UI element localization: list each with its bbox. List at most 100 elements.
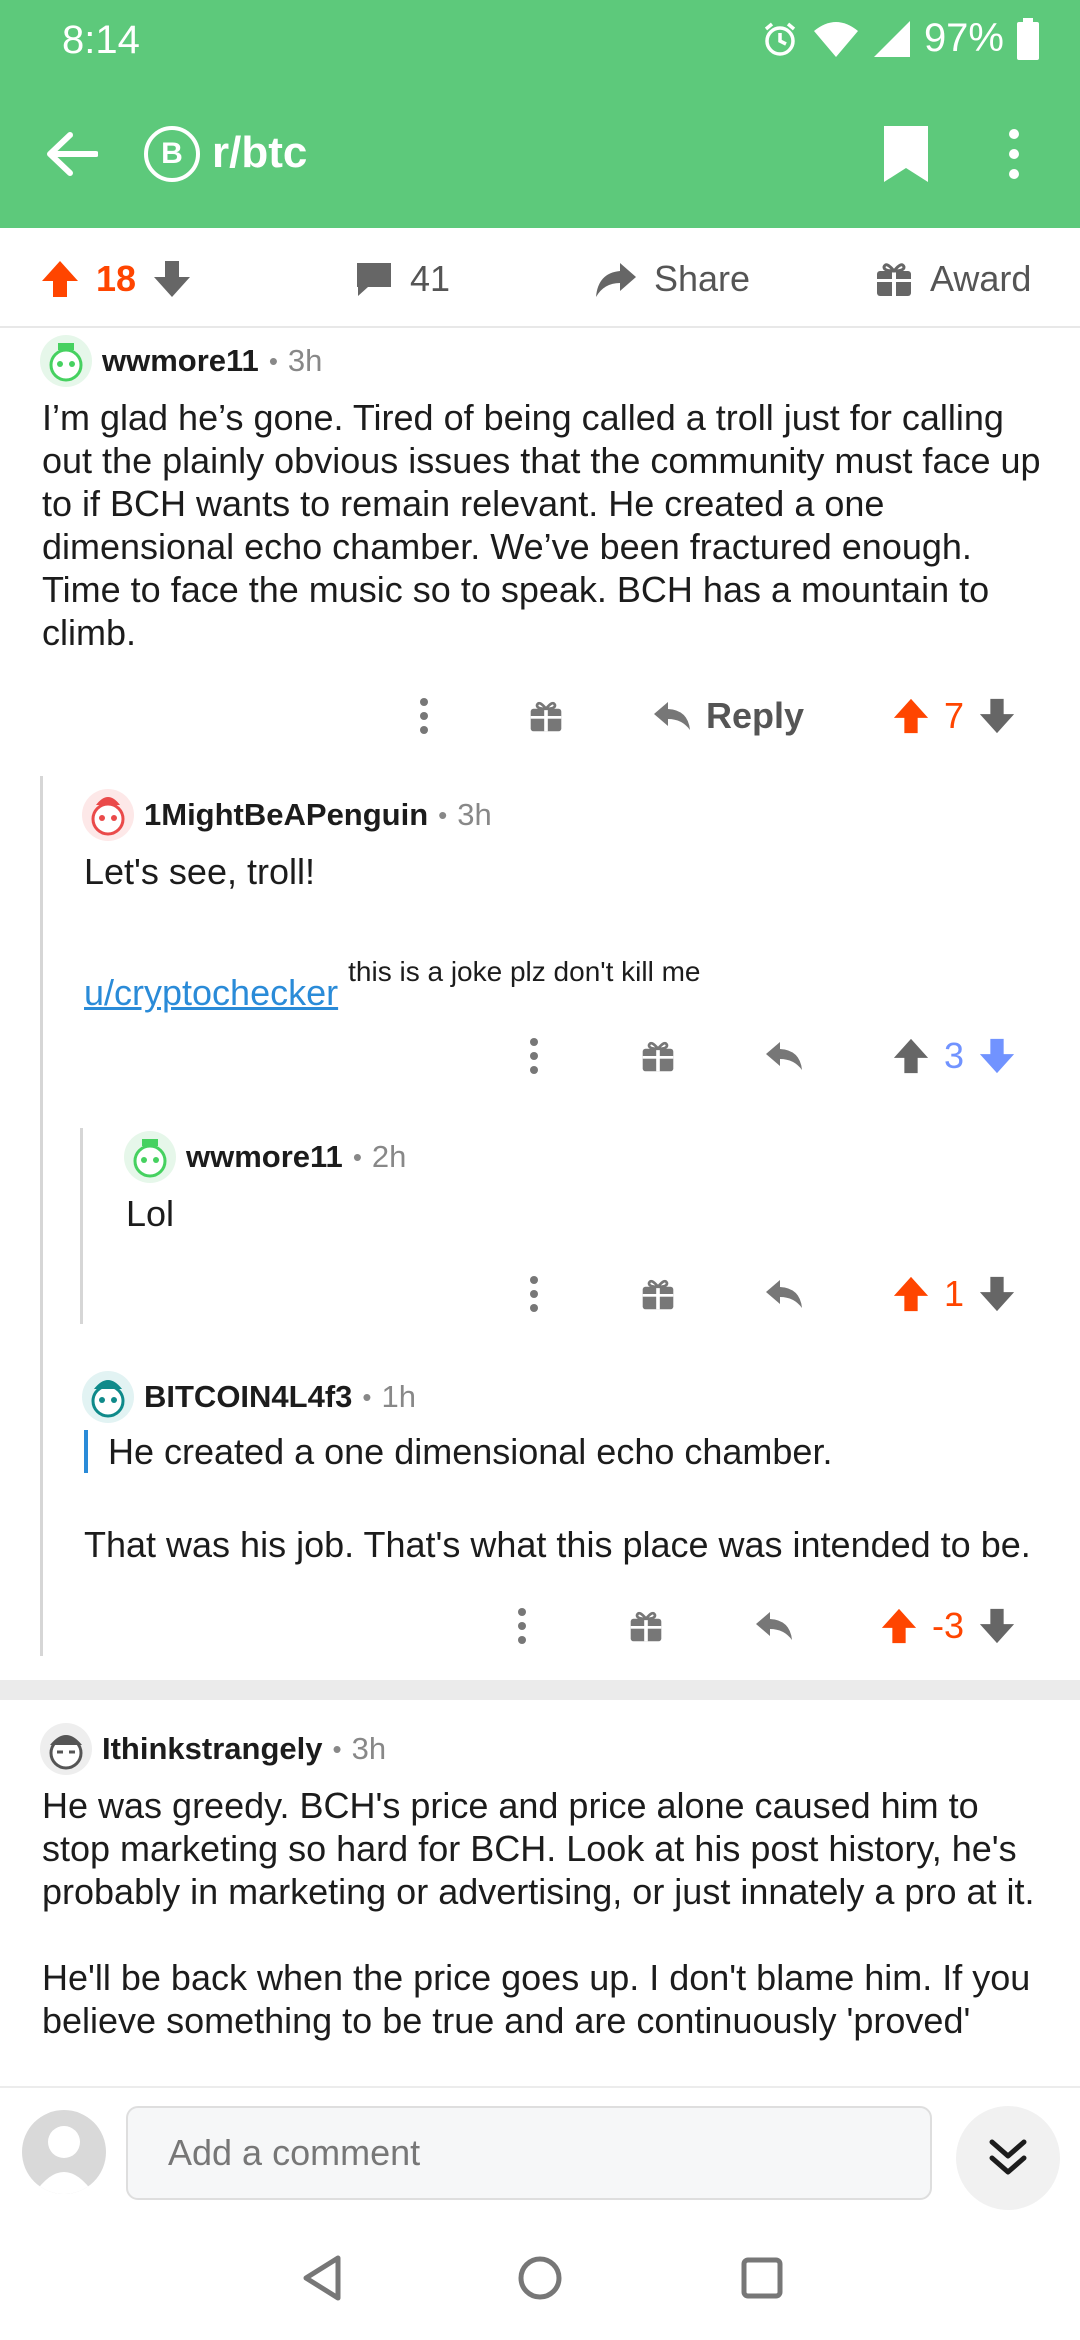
reply-button[interactable] bbox=[754, 1596, 794, 1656]
avatar[interactable] bbox=[40, 335, 92, 387]
upvote-icon[interactable] bbox=[880, 1607, 918, 1645]
add-comment-input[interactable]: Add a comment bbox=[126, 2106, 932, 2200]
wifi-icon bbox=[813, 21, 858, 57]
post-score: 18 bbox=[96, 258, 137, 299]
downvote-icon[interactable] bbox=[152, 259, 192, 299]
more-options-button[interactable] bbox=[1004, 124, 1040, 194]
upvote-icon[interactable] bbox=[892, 1037, 930, 1075]
more-options-button[interactable] bbox=[514, 1026, 554, 1086]
comment-actions: 1 bbox=[0, 1264, 1080, 1324]
share-icon bbox=[596, 263, 636, 297]
user-avatar[interactable] bbox=[22, 2110, 106, 2194]
triangle-back-icon bbox=[303, 2255, 341, 2301]
comment-actions: Reply 7 bbox=[0, 686, 1080, 746]
share-button[interactable]: Share bbox=[594, 252, 750, 306]
vote-group: -3 bbox=[880, 1596, 1016, 1656]
more-options-button[interactable] bbox=[404, 686, 444, 746]
comment-score: 7 bbox=[944, 695, 965, 736]
reply-button[interactable] bbox=[764, 1026, 804, 1086]
avatar[interactable] bbox=[82, 1371, 134, 1423]
share-label: Share bbox=[654, 258, 751, 299]
subreddit-name[interactable]: r/btc bbox=[212, 128, 307, 178]
more-vertical-icon bbox=[420, 698, 428, 734]
next-comment-button[interactable] bbox=[956, 2106, 1060, 2210]
avatar[interactable] bbox=[124, 1131, 176, 1183]
downvote-icon[interactable] bbox=[978, 697, 1016, 735]
reply-icon bbox=[654, 702, 690, 730]
avatar[interactable] bbox=[82, 789, 134, 841]
comment-age: 3h bbox=[287, 343, 323, 378]
comment-body: I’m glad he’s gone. Tired of being calle… bbox=[42, 397, 1041, 653]
give-award-button[interactable] bbox=[640, 1026, 676, 1086]
comments-count: 41 bbox=[410, 258, 451, 299]
comment-body: He was greedy. BCH's price and price alo… bbox=[42, 1784, 1052, 2084]
nav-home-button[interactable] bbox=[510, 2248, 570, 2308]
more-vertical-icon bbox=[518, 1608, 526, 1644]
superscript-text: this is a joke plz don't kill me bbox=[348, 956, 701, 987]
reply-button[interactable] bbox=[764, 1264, 804, 1324]
bookmark-button[interactable] bbox=[880, 124, 940, 194]
app-header: 8:14 97% B r/btc bbox=[0, 0, 1080, 228]
vote-group: 3 bbox=[892, 1026, 1016, 1086]
vote-group: 7 bbox=[892, 686, 1016, 746]
alarm-icon bbox=[764, 22, 796, 56]
gift-icon bbox=[642, 1041, 674, 1072]
subreddit-icon[interactable]: B bbox=[144, 126, 200, 182]
comment-age: 1h bbox=[381, 1379, 417, 1414]
comment-header: 1MightBeAPenguin • 3h bbox=[82, 789, 492, 841]
snoo-avatar-icon bbox=[49, 1735, 83, 1770]
user-mention-link[interactable]: u/cryptochecker bbox=[84, 972, 338, 1013]
signal-icon bbox=[873, 20, 910, 57]
give-award-button[interactable] bbox=[640, 1264, 676, 1324]
comment-score: 3 bbox=[944, 1035, 965, 1076]
app-bar: B r/btc bbox=[0, 100, 1080, 210]
reply-button[interactable]: Reply bbox=[652, 686, 804, 746]
comment-author[interactable]: wwmore11 bbox=[186, 1139, 343, 1175]
snoo-avatar-icon bbox=[91, 797, 125, 836]
comment-body: He created a one dimensional echo chambe… bbox=[84, 1430, 1064, 1566]
upvote-icon[interactable] bbox=[892, 1275, 930, 1313]
comment-age: 2h bbox=[371, 1139, 407, 1174]
downvote-icon[interactable] bbox=[978, 1037, 1016, 1075]
gift-icon bbox=[877, 263, 911, 296]
give-award-button[interactable] bbox=[628, 1596, 664, 1656]
separator-dot: • bbox=[362, 1381, 372, 1412]
avatar[interactable] bbox=[40, 1723, 92, 1775]
upvote-icon[interactable] bbox=[892, 697, 930, 735]
nav-back-button[interactable] bbox=[292, 2248, 352, 2308]
battery-percent: 97% bbox=[923, 16, 1004, 60]
gift-icon bbox=[630, 1611, 662, 1642]
comment-author[interactable]: 1MightBeAPenguin bbox=[144, 797, 428, 833]
give-award-button[interactable] bbox=[528, 686, 564, 746]
more-options-button[interactable] bbox=[502, 1596, 542, 1656]
comment-header: BITCOIN4L4f3 • 1h bbox=[82, 1371, 417, 1423]
mention-line: u/cryptochecker this is a joke plz don't… bbox=[84, 950, 1064, 1014]
status-time: 8:14 bbox=[62, 18, 140, 62]
comment-author[interactable]: BITCOIN4L4f3 bbox=[144, 1379, 352, 1415]
reply-icon bbox=[766, 1042, 802, 1070]
reply-icon bbox=[766, 1280, 802, 1308]
battery-icon bbox=[1017, 17, 1039, 60]
separator-dot: • bbox=[438, 799, 448, 830]
separator-dot: • bbox=[332, 1733, 342, 1764]
comments-count-button[interactable]: 41 bbox=[354, 252, 450, 306]
separator-dot: • bbox=[268, 345, 278, 376]
post-action-bar: 18 41 Share Award bbox=[0, 228, 1080, 328]
upvote-icon[interactable] bbox=[40, 259, 80, 299]
blockquote: He created a one dimensional echo chambe… bbox=[84, 1430, 1064, 1473]
back-button[interactable] bbox=[40, 122, 104, 186]
downvote-icon[interactable] bbox=[978, 1607, 1016, 1645]
award-button[interactable]: Award bbox=[874, 252, 1031, 306]
nav-recents-button[interactable] bbox=[732, 2248, 792, 2308]
comment-text: That was his job. That's what this place… bbox=[84, 1524, 1031, 1565]
square-recents-icon bbox=[741, 2257, 783, 2299]
more-vertical-icon bbox=[530, 1038, 538, 1074]
comment-body: Lol bbox=[126, 1193, 175, 1234]
downvote-icon[interactable] bbox=[978, 1275, 1016, 1313]
more-vertical-icon bbox=[1009, 129, 1019, 179]
gift-icon bbox=[642, 1279, 674, 1310]
thread-line[interactable] bbox=[40, 776, 43, 1656]
more-options-button[interactable] bbox=[514, 1264, 554, 1324]
comment-author[interactable]: Ithinkstrangely bbox=[102, 1731, 323, 1767]
comment-author[interactable]: wwmore11 bbox=[102, 343, 259, 379]
